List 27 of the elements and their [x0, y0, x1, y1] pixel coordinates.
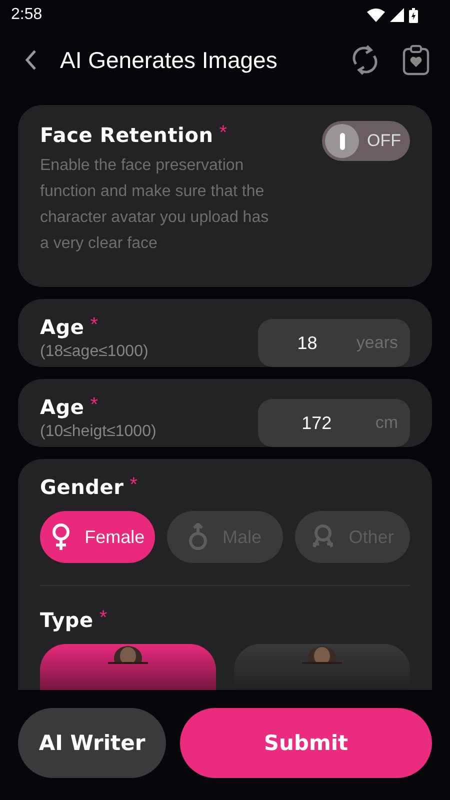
required-mark: * — [90, 395, 98, 415]
ai-writer-button[interactable]: AI Writer — [18, 708, 166, 778]
wifi-icon — [367, 8, 385, 22]
field-label: Age — [40, 395, 84, 419]
back-button[interactable] — [24, 48, 38, 72]
required-mark: * — [90, 315, 98, 335]
required-mark: * — [219, 123, 228, 143]
description-text: Enable the face preservation function and make sure that the character avatar you upload has a very clear face — [40, 156, 270, 254]
battery-icon — [409, 8, 418, 22]
clipboard-heart-button[interactable] — [402, 44, 430, 76]
page-title: AI Generates Images — [60, 46, 278, 74]
range-hint: (10≤heigt≤1000) — [40, 423, 156, 441]
required-mark: * — [130, 475, 138, 495]
field-label: Age — [40, 315, 84, 339]
section-title: Gender — [40, 475, 124, 499]
submit-button[interactable]: Submit — [180, 708, 432, 778]
signal-icon — [390, 8, 404, 22]
range-hint: (18≤age≤1000) — [40, 343, 148, 361]
gender-option[interactable]: Female — [40, 511, 156, 563]
section-title: Type — [40, 608, 94, 632]
face-retention-toggle[interactable]: OFF — [322, 121, 410, 161]
female-symbol-icon — [50, 523, 71, 551]
refresh-button[interactable] — [350, 45, 380, 75]
male-symbol-icon — [188, 523, 208, 551]
required-mark: * — [99, 608, 108, 628]
section-title: Face Retention — [40, 123, 214, 147]
status-time: 2:58 — [11, 6, 42, 24]
